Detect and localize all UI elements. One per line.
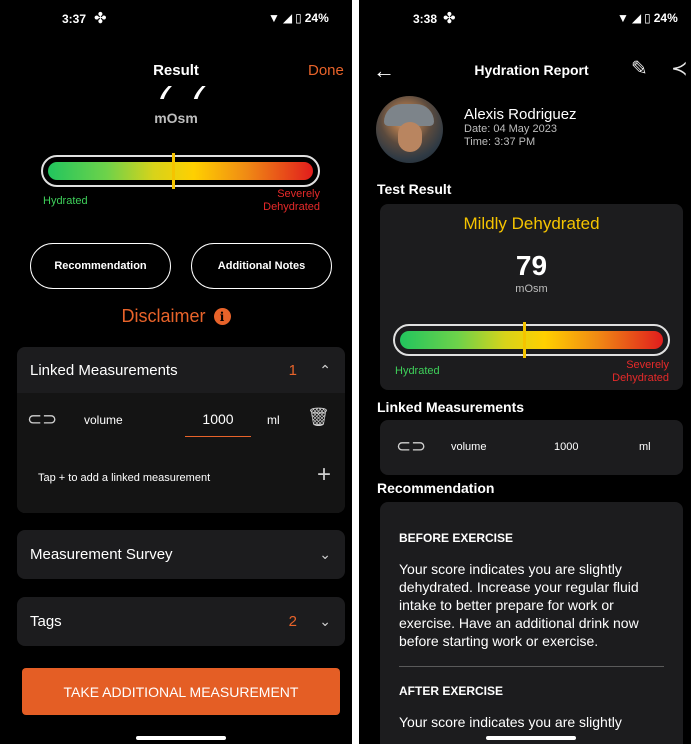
result-screen: 3:37 ✤ ▼ ◢ ▯ 24% Result Done 7 7 mOsm Hy…	[0, 0, 352, 744]
measurement-value: 1000	[554, 441, 579, 453]
hydration-gauge	[41, 153, 320, 189]
add-icon[interactable]: +	[317, 461, 331, 489]
result-value: 7 7	[156, 86, 214, 100]
report-date: Date: 04 May 2023	[464, 123, 557, 135]
link-icon: ⊂⊃	[27, 409, 58, 429]
recommendation-button[interactable]: Recommendation	[30, 243, 171, 289]
signal-icon: ◢	[282, 11, 293, 25]
battery-level: 24%	[304, 11, 329, 25]
link-icon: ⊂⊃	[396, 436, 427, 456]
chevron-up-icon[interactable]: ⌃	[319, 362, 331, 379]
severely-dehydrated-label: Severely Dehydrated	[612, 359, 669, 384]
measurement-survey-title: Measurement Survey	[30, 546, 173, 563]
linked-measurement-row: ⊂⊃ volume 1000 ml 🗑	[17, 399, 345, 439]
severely-dehydrated-label: Severely Dehydrated	[263, 188, 320, 213]
result-status: Mildly Dehydrated	[463, 214, 600, 233]
before-exercise-text: Your score indicates you are slightly de…	[399, 561, 639, 649]
measurement-unit: ml	[639, 441, 651, 453]
tags-count: 2	[288, 613, 297, 630]
user-name: Alexis Rodriguez	[464, 106, 577, 123]
measurement-value-input[interactable]: 1000	[185, 411, 251, 437]
measurement-unit: ml	[267, 413, 280, 427]
chevron-down-icon[interactable]: ⌄	[319, 546, 331, 563]
trash-icon[interactable]: 🗑	[307, 407, 330, 428]
linked-measurements-header[interactable]: Linked Measurements 1 ⌃	[17, 347, 345, 393]
report-time: Time: 3:37 PM	[464, 136, 536, 148]
result-value: 79	[515, 250, 548, 281]
pencil-icon[interactable]: ✎	[631, 56, 648, 81]
additional-notes-button[interactable]: Additional Notes	[191, 243, 332, 289]
fan-icon: ✤	[94, 10, 107, 27]
info-icon[interactable]: i	[213, 308, 231, 325]
take-additional-measurement-button[interactable]: TAKE ADDITIONAL MEASUREMENT	[22, 668, 340, 715]
hydrated-label: Hydrated	[395, 365, 440, 377]
share-icon[interactable]: ≺	[671, 56, 688, 81]
measurement-name: volume	[84, 413, 123, 427]
measurement-survey-card[interactable]: Measurement Survey ⌄	[17, 530, 345, 579]
disclaimer-label: Disclaimer	[121, 306, 206, 326]
status-time: 3:38	[413, 12, 438, 26]
page-title: Result	[153, 62, 199, 79]
avatar	[376, 96, 443, 163]
battery-icon: ▯	[295, 11, 302, 25]
recommendation-heading: Recommendation	[377, 480, 495, 496]
hydration-report-screen: 3:38 ✤ ▼ ◢ ▯ 24% ← Hydration Report ✎ ≺ …	[359, 0, 691, 744]
disclaimer[interactable]: Disclaimer i	[0, 306, 352, 327]
result-unit: mOsm	[515, 283, 548, 295]
home-indicator[interactable]	[486, 736, 576, 740]
signal-icon: ◢	[631, 11, 642, 25]
divider	[399, 666, 664, 667]
tags-card[interactable]: Tags 2 ⌄	[17, 597, 345, 646]
battery-level: 24%	[653, 11, 678, 25]
after-exercise-text: Your score indicates you are slightly	[399, 714, 622, 730]
chevron-down-icon[interactable]: ⌄	[319, 613, 331, 630]
wifi-icon: ▼	[617, 11, 629, 25]
home-indicator[interactable]	[136, 736, 226, 740]
gauge-marker	[172, 153, 176, 189]
add-linked-hint: Tap + to add a linked measurement	[38, 472, 211, 484]
test-result-heading: Test Result	[377, 181, 452, 197]
gauge-bar	[400, 331, 663, 349]
tags-title: Tags	[30, 613, 62, 630]
before-exercise-title: BEFORE EXERCISE	[399, 531, 514, 545]
battery-icon: ▯	[644, 11, 651, 25]
result-unit: mOsm	[154, 110, 198, 126]
done-button[interactable]: Done	[308, 62, 344, 79]
hydrated-label: Hydrated	[43, 195, 88, 207]
linked-measurements-heading: Linked Measurements	[377, 399, 525, 415]
status-bar: 3:37 ✤ ▼ ◢ ▯ 24%	[0, 0, 352, 36]
gauge-bar	[48, 162, 313, 180]
linked-count: 1	[288, 361, 297, 379]
after-exercise-title: AFTER EXERCISE	[399, 684, 504, 698]
fan-icon: ✤	[443, 10, 456, 27]
hydration-gauge	[393, 322, 670, 358]
linked-measurements-title: Linked Measurements	[30, 361, 178, 379]
linked-measurements-card: Linked Measurements 1 ⌃ ⊂⊃ volume 1000 m…	[17, 347, 345, 513]
gauge-marker	[523, 322, 527, 358]
status-bar: 3:38 ✤ ▼ ◢ ▯ 24%	[359, 0, 691, 36]
wifi-icon: ▼	[268, 11, 280, 25]
measurement-name: volume	[451, 441, 487, 453]
status-time: 3:37	[62, 12, 87, 26]
